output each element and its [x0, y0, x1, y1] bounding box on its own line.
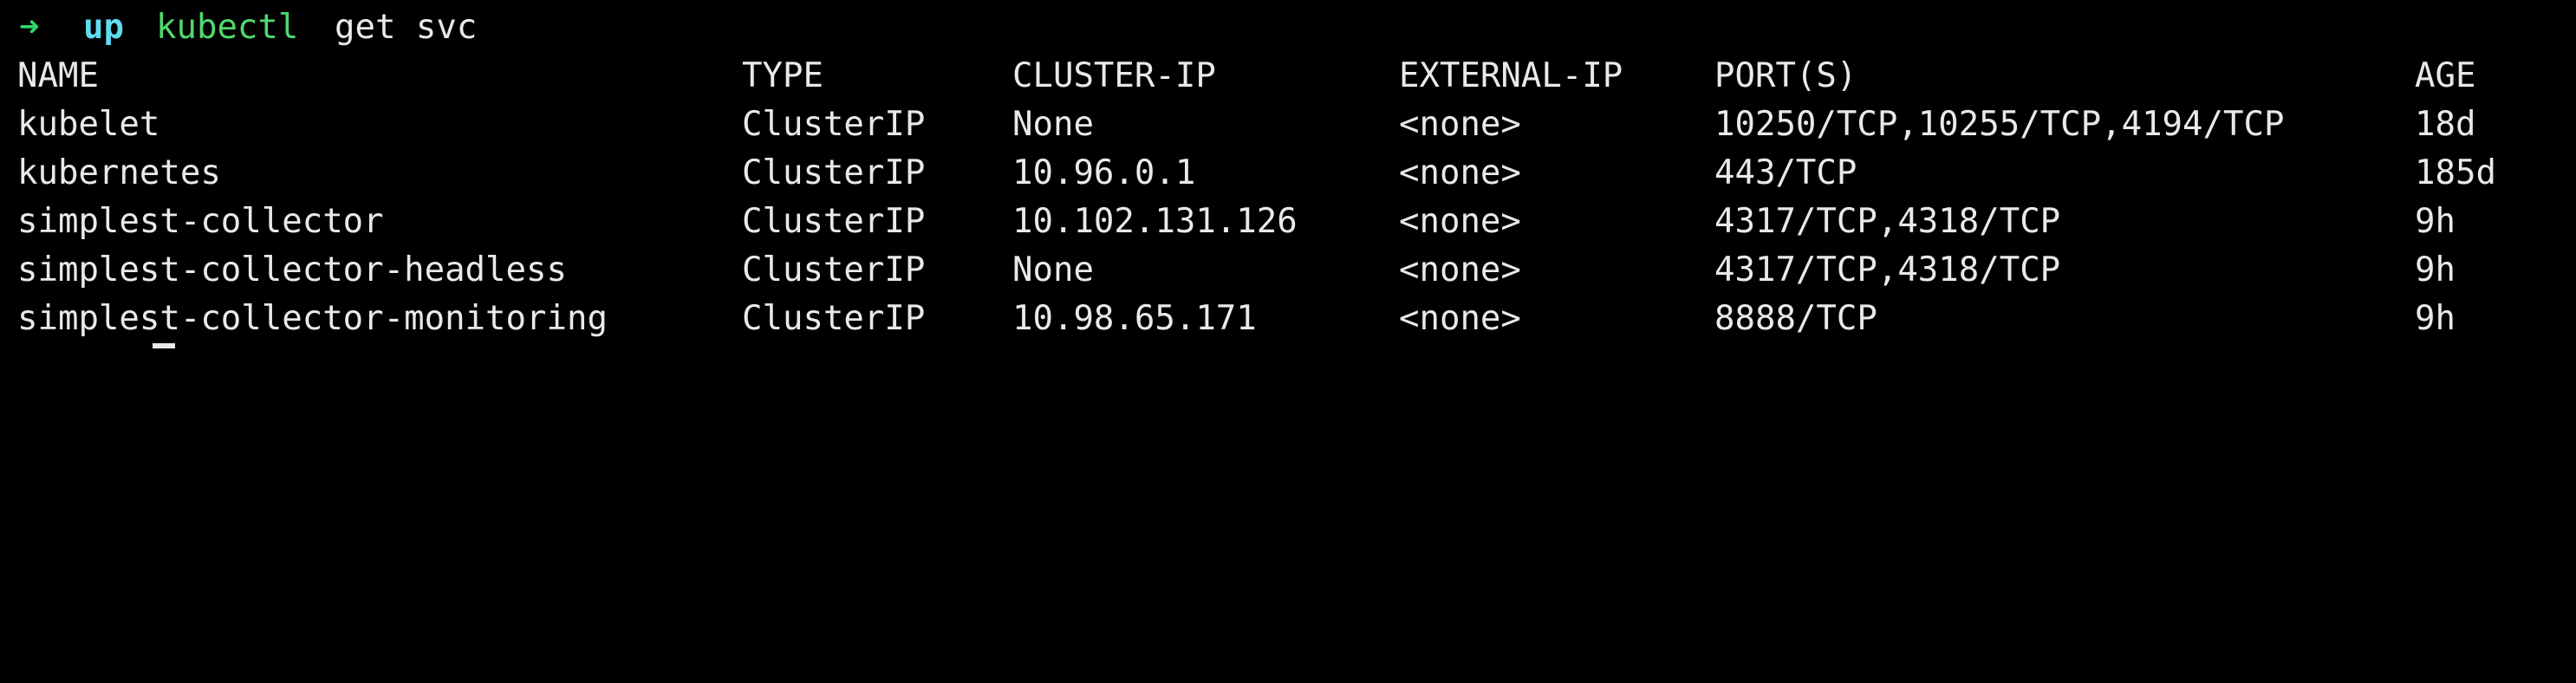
header-type: TYPE: [742, 56, 823, 95]
command-line: ➜ up kubectl get svc: [0, 3, 2576, 52]
service-age: 9h: [2415, 299, 2456, 338]
service-age: 185d: [2415, 153, 2496, 192]
service-cluster-ip: None: [1012, 105, 1094, 144]
service-type: ClusterIP: [742, 299, 926, 338]
table-row: simplest-collector-monitoring ClusterIP …: [0, 295, 2576, 343]
service-external-ip: <none>: [1399, 299, 1521, 338]
service-ports: 443/TCP: [1714, 153, 1857, 192]
header-cluster-ip: CLUSTER-IP: [1012, 56, 1216, 95]
service-external-ip: <none>: [1399, 202, 1521, 241]
table-header-row: NAME TYPE CLUSTER-IP EXTERNAL-IP PORT(S)…: [0, 52, 2576, 101]
service-name: kubelet: [17, 105, 160, 144]
header-ports: PORT(S): [1714, 56, 1857, 95]
service-ports: 8888/TCP: [1714, 299, 1877, 338]
service-ports: 4317/TCP,4318/TCP: [1714, 202, 2061, 241]
table-row: kubernetes ClusterIP 10.96.0.1 <none> 44…: [0, 149, 2576, 198]
header-age: AGE: [2415, 56, 2476, 95]
prompt-directory: up: [83, 8, 124, 47]
service-external-ip: <none>: [1399, 105, 1521, 144]
service-ports: 10250/TCP,10255/TCP,4194/TCP: [1714, 105, 2285, 144]
header-name: NAME: [17, 56, 99, 95]
service-ports: 4317/TCP,4318/TCP: [1714, 250, 2061, 289]
prompt-arrow-icon: ➜: [19, 8, 40, 47]
service-age: 18d: [2415, 105, 2476, 144]
service-age: 9h: [2415, 202, 2456, 241]
table-row: simplest-collector-headless ClusterIP No…: [0, 246, 2576, 295]
service-type: ClusterIP: [742, 153, 926, 192]
table-row: simplest-collector ClusterIP 10.102.131.…: [0, 198, 2576, 246]
service-type: ClusterIP: [742, 250, 926, 289]
text-cursor: [153, 343, 175, 348]
service-type: ClusterIP: [742, 202, 926, 241]
command-name: kubectl: [156, 8, 299, 47]
service-cluster-ip: 10.102.131.126: [1012, 202, 1298, 241]
terminal-window[interactable]: ➜ up kubectl get svc NAME TYPE CLUSTER-I…: [0, 0, 2576, 352]
table-row: kubelet ClusterIP None <none> 10250/TCP,…: [0, 101, 2576, 149]
service-name: simplest-collector-headless: [17, 250, 567, 289]
service-external-ip: <none>: [1399, 250, 1521, 289]
service-cluster-ip: 10.98.65.171: [1012, 299, 1257, 338]
header-external-ip: EXTERNAL-IP: [1399, 56, 1623, 95]
service-name: simplest-collector-monitoring: [17, 299, 608, 338]
command-args: get svc: [335, 8, 478, 47]
service-name: kubernetes: [17, 153, 221, 192]
service-age: 9h: [2415, 250, 2456, 289]
service-cluster-ip: 10.96.0.1: [1012, 153, 1196, 192]
service-name: simplest-collector: [17, 202, 384, 241]
service-type: ClusterIP: [742, 105, 926, 144]
service-external-ip: <none>: [1399, 153, 1521, 192]
service-cluster-ip: None: [1012, 250, 1094, 289]
